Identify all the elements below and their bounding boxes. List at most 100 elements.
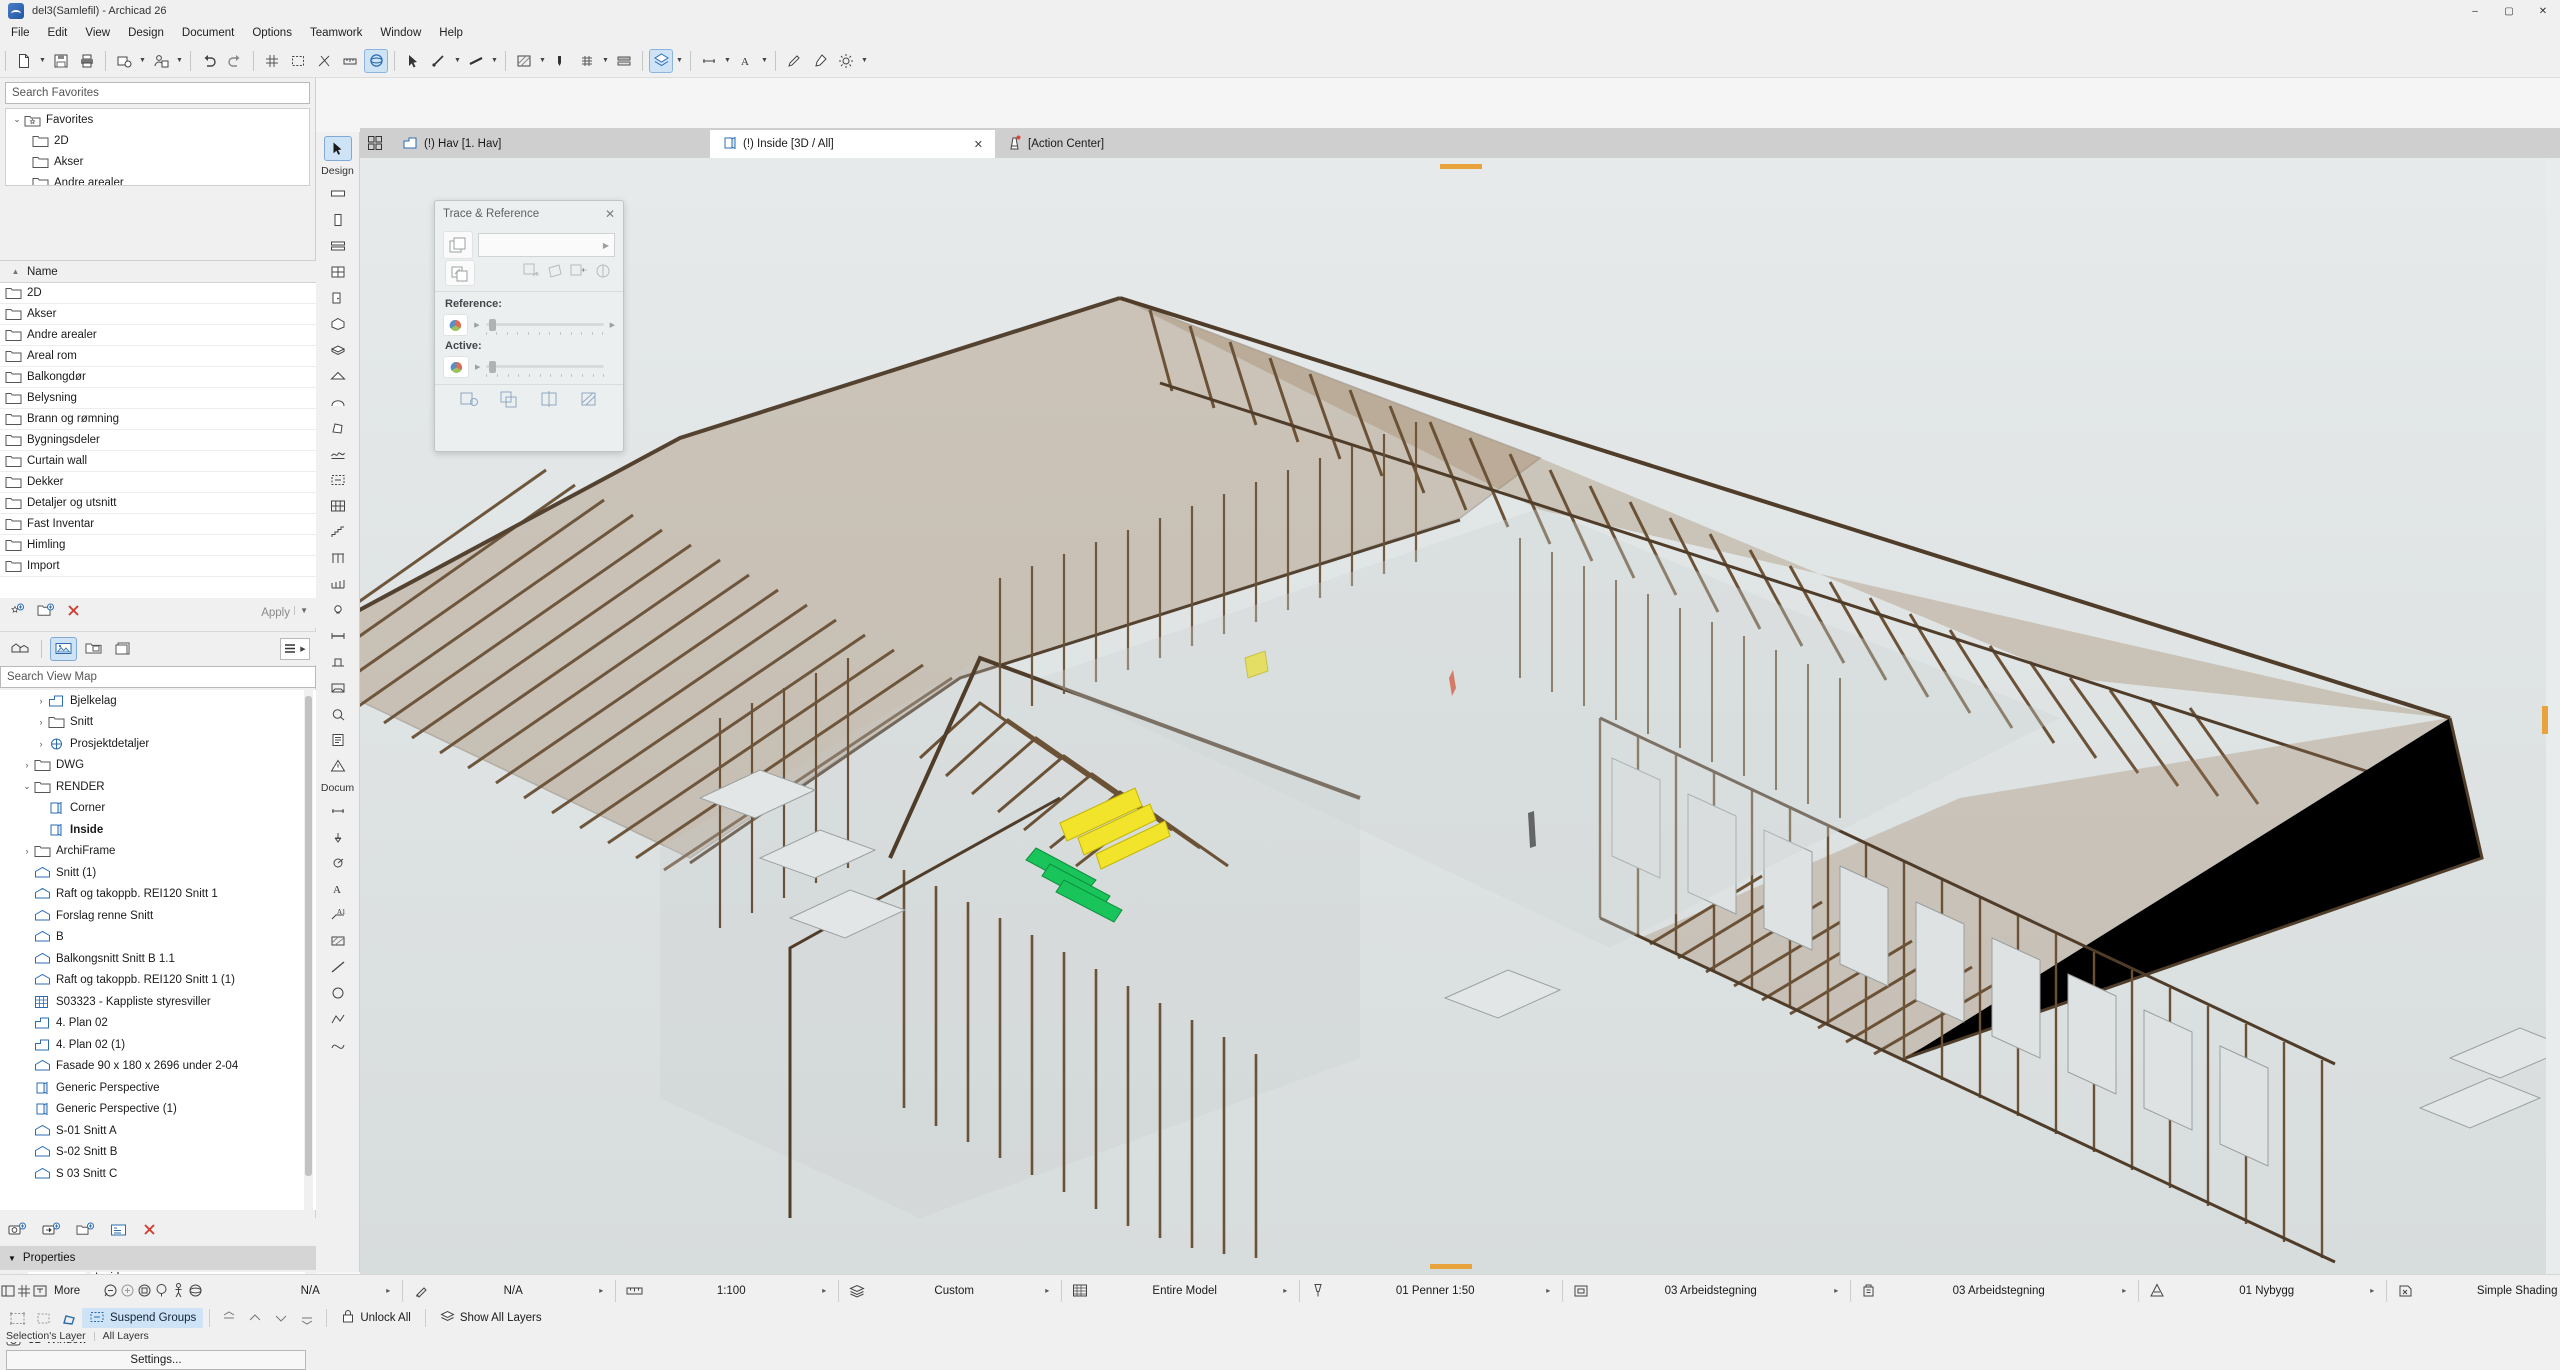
chevron-right-icon[interactable]: ▸ [2116,1286,2132,1295]
view-map-item[interactable]: S-01 Snitt A [0,1120,316,1142]
status-field[interactable]: Simple Shading ▸ [2393,1279,2560,1303]
change-marker-tool[interactable] [324,753,352,778]
close-icon[interactable]: ✕ [948,138,983,151]
marquee-icon[interactable] [286,49,310,73]
level-dimension-tool[interactable] [324,824,352,849]
favorite-item-andre-arealer[interactable]: Andre arealer [6,172,309,185]
view-map-item[interactable]: S 03 Snitt C [0,1163,316,1185]
ungroup-icon[interactable] [30,1307,56,1329]
view-map-item[interactable]: Raft og takoppb. REI120 Snitt 1 [0,884,316,906]
folder-list-item[interactable]: Brann og rømning [0,409,316,430]
folder-list-item[interactable]: Himling [0,535,316,556]
chevron-right-icon[interactable]: ▸ [593,1286,609,1295]
tab-overview-icon[interactable] [360,128,390,158]
view-settings-button[interactable]: Settings... [6,1350,306,1370]
column-tool[interactable] [324,207,352,232]
status-field[interactable]: Custom ▸ [845,1279,1068,1303]
trace-active-slider[interactable] [486,361,605,377]
view-map-item[interactable]: Inside [0,819,316,841]
save-icon[interactable] [49,49,73,73]
line-weight-caret-icon[interactable]: ▼ [489,49,500,73]
trace-rotate-reference-icon[interactable] [545,262,565,285]
properties-header[interactable]: ▼ Properties [0,1246,316,1270]
chevron-icon[interactable]: › [20,760,34,770]
folder-list-item[interactable]: Akser [0,304,316,325]
pencil-icon[interactable] [782,49,806,73]
view-map-item[interactable]: › ArchiFrame [0,841,316,863]
view-map-item[interactable]: Fasade 90 x 180 x 2696 under 2-04 [0,1056,316,1078]
chevron-icon[interactable]: › [34,739,48,749]
view-map-item[interactable]: Forslag renne Snitt [0,905,316,927]
view-map-item[interactable]: Raft og takoppb. REI120 Snitt 1 (1) [0,970,316,992]
folder-list-item[interactable]: Andre arealer [0,325,316,346]
folder-list-item[interactable]: 2D [0,283,316,304]
view-map-item[interactable]: ⌄ RENDER [0,776,316,798]
folder-list-item[interactable]: Import [0,556,316,577]
grid-snap-icon[interactable] [260,49,284,73]
window-tool[interactable] [324,259,352,284]
project-map-tab[interactable] [6,637,33,661]
navigator-menu-button[interactable]: ▶ [280,637,310,660]
new-view-folder-icon[interactable] [76,1222,95,1243]
folder-list-item[interactable]: Bygningsdeler [0,430,316,451]
pen-line-icon[interactable] [427,49,451,73]
detail-tool[interactable] [324,701,352,726]
trim-icon[interactable] [312,49,336,73]
show-all-layers-button[interactable]: Show All Layers [432,1310,550,1327]
chevron-icon[interactable]: › [34,696,48,706]
tab-hav[interactable]: (!) Hav [1. Hav] [390,130,710,158]
text-style-caret-icon[interactable]: ▼ [759,49,770,73]
line-weight-icon[interactable] [464,49,488,73]
status-zoom-fit-icon[interactable] [32,1279,48,1303]
print-icon[interactable] [75,49,99,73]
favorite-item-2d[interactable]: 2D [6,130,309,151]
view-map-item[interactable]: › Snitt [0,712,316,734]
apply-caret-icon[interactable]: ▼ [294,606,308,615]
view-map-item[interactable]: › Bjelkelag [0,690,316,712]
apply-button[interactable]: Apply [261,607,290,619]
hatch-caret-icon[interactable]: ▼ [600,49,611,73]
publish-icon[interactable] [112,49,136,73]
trace-fade-icon[interactable] [579,390,599,413]
undo-icon[interactable] [197,49,221,73]
chevron-right-icon[interactable]: ▶ [610,321,615,329]
close-button[interactable]: ✕ [2526,0,2560,22]
orbit-view-icon[interactable] [187,1279,204,1303]
folder-list-item[interactable]: Areal rom [0,346,316,367]
view-map-item[interactable]: 4. Plan 02 (1) [0,1034,316,1056]
sort-ascending-icon[interactable]: ▲ [10,266,21,277]
teamwork-caret-icon[interactable]: ▼ [174,49,185,73]
edit-group-icon[interactable] [56,1307,82,1329]
folder-list-item[interactable]: Balkongdør [0,367,316,388]
chevron-right-icon[interactable]: ▸ [816,1286,832,1295]
dimension-tool[interactable] [324,798,352,823]
view-map-item[interactable]: 4. Plan 02 [0,1013,316,1035]
text-tool[interactable]: A [324,876,352,901]
menu-teamwork[interactable]: Teamwork [301,25,371,41]
close-icon[interactable]: ✕ [605,207,615,221]
zoom-in-icon[interactable] [119,1279,136,1303]
bring-to-front-icon[interactable] [216,1307,242,1329]
chevron-right-icon[interactable]: ▸ [1277,1286,1293,1295]
beam-tool[interactable] [324,233,352,258]
folder-list-item[interactable]: Belysning [0,388,316,409]
status-field[interactable]: Entire Model ▸ [1068,1279,1306,1303]
chevron-right-icon[interactable]: ▸ [1540,1286,1556,1295]
object-tool[interactable] [324,311,352,336]
menu-file[interactable]: File [2,25,39,41]
spline-tool[interactable] [324,1032,352,1057]
stair-tool[interactable] [324,519,352,544]
search-view-map-input[interactable]: Search View Map [0,666,316,688]
view-map-tab[interactable] [50,636,77,661]
favorite-item-akser[interactable]: Akser [6,151,309,172]
redefine-view-icon[interactable] [42,1222,61,1243]
view-map-item[interactable]: Corner [0,798,316,820]
status-field[interactable]: 1:100 ▸ [622,1279,845,1303]
trace-reference-color-icon[interactable] [443,314,469,336]
trace-active-color-icon[interactable] [443,356,469,378]
dimension-caret-icon[interactable]: ▼ [722,49,733,73]
minimize-button[interactable]: – [2458,0,2492,22]
trace-reset-reference-icon[interactable] [593,262,613,285]
morph-tool[interactable] [324,415,352,440]
folder-list-item[interactable]: Fast Inventar [0,514,316,535]
